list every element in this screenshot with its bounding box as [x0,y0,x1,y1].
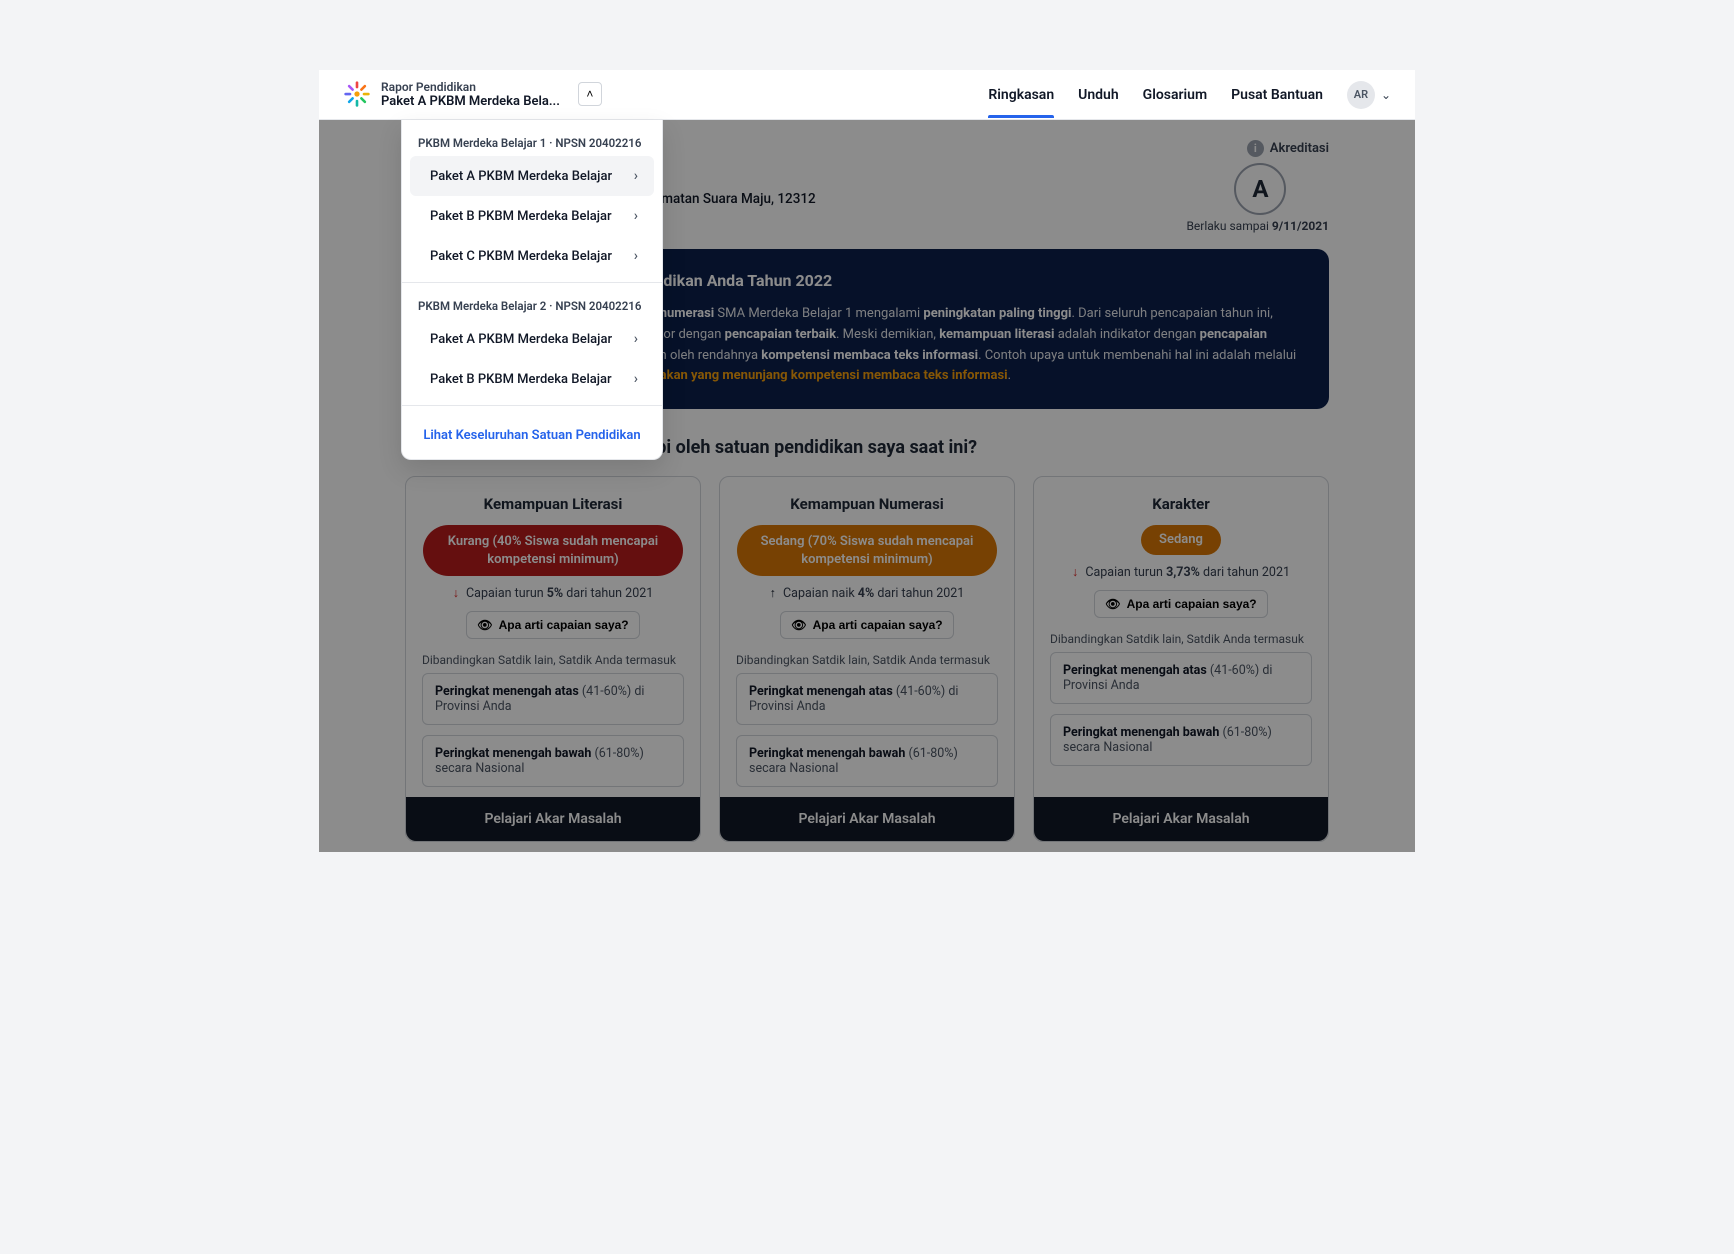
switcher-item-g2-a[interactable]: Paket A PKBM Merdeka Belajar › [410,319,654,359]
chevron-right-icon: › [634,208,638,224]
chevron-up-icon: ˄ [586,87,593,101]
brand-subtitle: Paket A PKBM Merdeka Bela... [381,94,560,110]
brand-text: Rapor Pendidikan Paket A PKBM Merdeka Be… [381,80,560,110]
switcher-item-g1-a[interactable]: Paket A PKBM Merdeka Belajar › [410,156,654,196]
chevron-down-icon: ⌄ [1381,88,1391,102]
nav-pusat-bantuan[interactable]: Pusat Bantuan [1231,72,1323,118]
user-menu[interactable]: AR ⌄ [1347,81,1391,109]
switcher-footer: Lihat Keseluruhan Satuan Pendidikan [402,412,662,453]
chevron-right-icon: › [634,331,638,347]
brand-block: Rapor Pendidikan Paket A PKBM Merdeka Be… [343,80,602,110]
switcher-item-label: Paket A PKBM Merdeka Belajar [430,332,612,347]
top-nav: Ringkasan Unduh Glosarium Pusat Bantuan … [988,72,1391,118]
school-switcher-dropdown: PKBM Merdeka Belajar 1 · NPSN 20402216 P… [401,120,663,460]
view-all-schools-link[interactable]: Lihat Keseluruhan Satuan Pendidikan [423,428,640,443]
switcher-item-label: Paket B PKBM Merdeka Belajar [430,372,612,387]
switcher-item-g2-b[interactable]: Paket B PKBM Merdeka Belajar › [410,359,654,399]
brand-title: Rapor Pendidikan [381,80,560,94]
switcher-item-label: Paket C PKBM Merdeka Belajar [430,249,612,264]
switcher-group-label-1: PKBM Merdeka Belajar 1 · NPSN 20402216 [402,126,662,156]
app-header: Rapor Pendidikan Paket A PKBM Merdeka Be… [319,70,1415,120]
switcher-item-g1-b[interactable]: Paket B PKBM Merdeka Belajar › [410,196,654,236]
app-logo-icon [343,80,371,108]
divider [402,405,662,406]
switcher-item-label: Paket B PKBM Merdeka Belajar [430,209,612,224]
divider [402,282,662,283]
nav-unduh[interactable]: Unduh [1078,72,1119,118]
switcher-group-label-2: PKBM Merdeka Belajar 2 · NPSN 20402216 [402,289,662,319]
switcher-item-g1-c[interactable]: Paket C PKBM Merdeka Belajar › [410,236,654,276]
chevron-right-icon: › [634,248,638,264]
avatar: AR [1347,81,1375,109]
school-switcher-toggle[interactable]: ˄ [578,82,602,106]
nav-ringkasan[interactable]: Ringkasan [988,72,1054,118]
chevron-right-icon: › [634,168,638,184]
chevron-right-icon: › [634,371,638,387]
app-viewport: Rapor Pendidikan Paket A PKBM Merdeka Be… [319,70,1415,852]
switcher-item-label: Paket A PKBM Merdeka Belajar [430,169,612,184]
nav-glosarium[interactable]: Glosarium [1143,72,1207,118]
